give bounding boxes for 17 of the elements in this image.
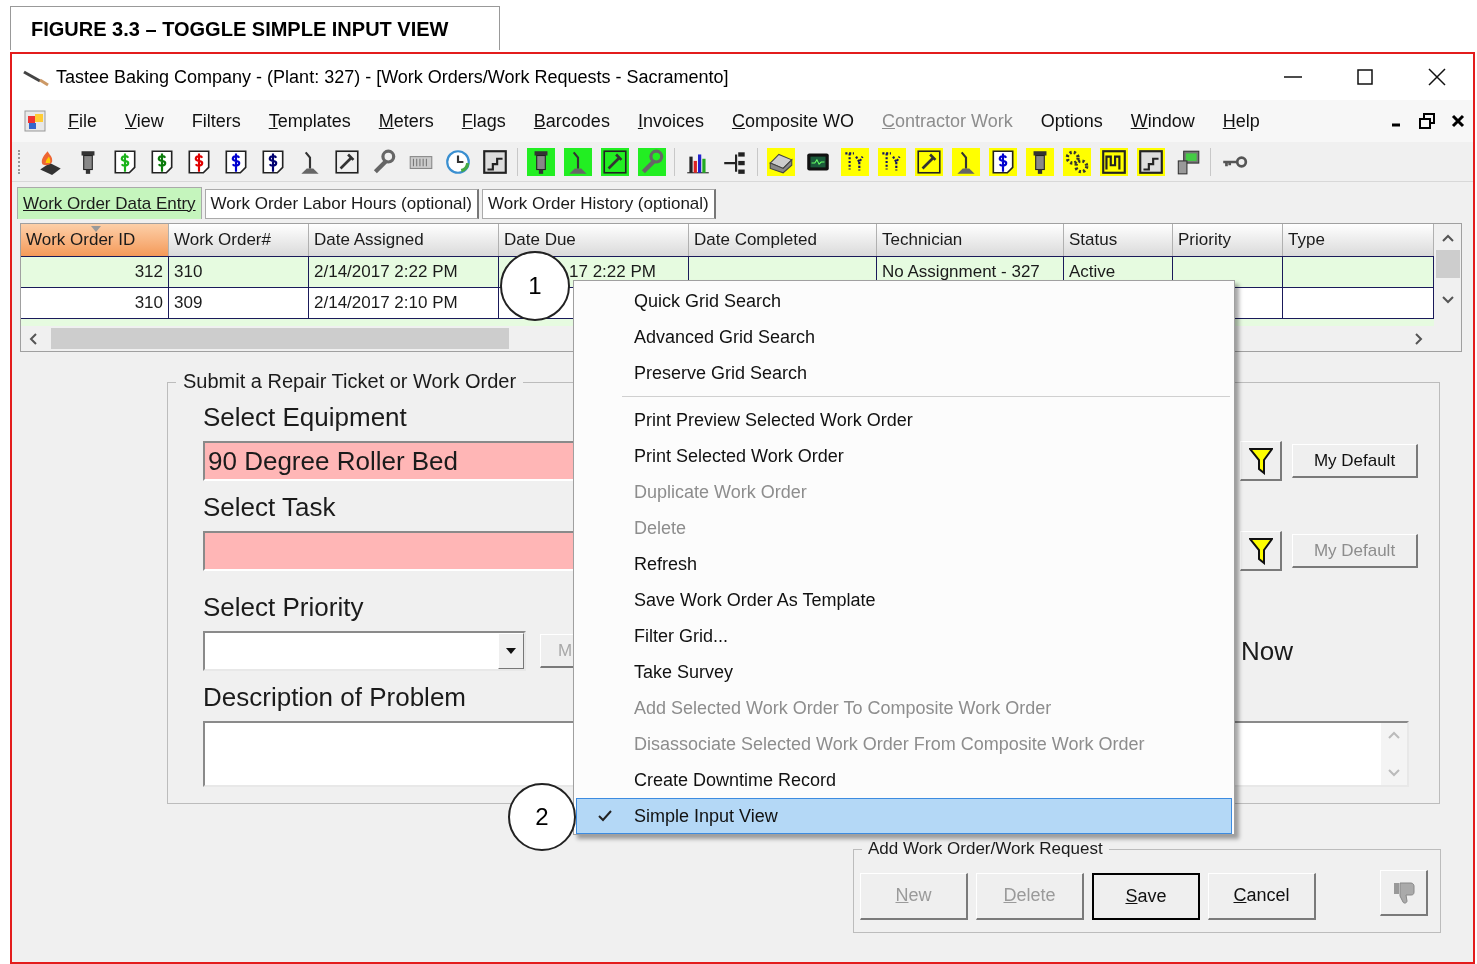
table-cell-text: 310 [134, 292, 163, 315]
field-label: Description of Problem [203, 681, 466, 713]
group-title: Add Work Order/Work Request [862, 839, 1109, 859]
window-title: Tastee Baking Company - (Plant: 327) - [Work Orders/Work Requests - Sacramento] [56, 65, 729, 89]
table-cell-text: 310 [174, 261, 203, 284]
table-cell-text: 2/14/2017 2:10 PM [314, 292, 458, 315]
field-label: Select Task [203, 491, 336, 523]
table-cell-text: No Assignment - 327 [882, 261, 1040, 284]
field-label: Select Priority [203, 591, 364, 623]
field-label: Select Equipment [203, 401, 407, 433]
table-cell-text: 309 [174, 292, 203, 315]
table-cell-text: Active [1069, 261, 1116, 284]
status-label: Now [1241, 634, 1293, 668]
figure-caption: FIGURE 3.3 – TOGGLE SIMPLE INPUT VIEW [10, 6, 500, 50]
table-cell-text: 2/14/2017 2:22 PM [314, 261, 458, 284]
table-cell-text: 312 [134, 261, 163, 284]
table-cell-text: 17 2:22 PM [569, 261, 656, 284]
